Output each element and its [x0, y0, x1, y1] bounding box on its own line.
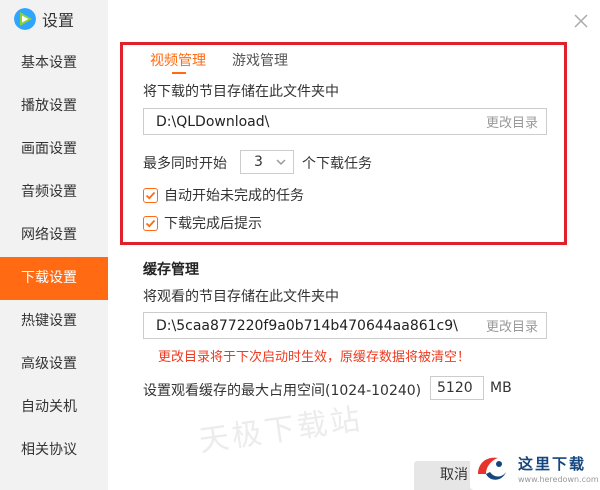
sidebar-item-picture[interactable]: 画面设置 [0, 128, 108, 171]
download-change-dir-button[interactable]: 更改目录 [486, 112, 546, 131]
auto-start-option[interactable]: 自动开始未完成的任务 [143, 185, 304, 205]
max-tasks-value: 3 [254, 154, 263, 170]
app-header: 设置 [14, 6, 74, 32]
sidebar-item-playback[interactable]: 播放设置 [0, 85, 108, 128]
cache-size-input[interactable]: 5120 [430, 376, 484, 400]
watermark-text: 天极下载站 [196, 401, 366, 460]
sidebar-item-audio[interactable]: 音频设置 [0, 171, 108, 214]
cache-path-value: D:\5caa877220f9a0b714b470644aa861c9\ [156, 317, 458, 334]
app-logo-icon [14, 8, 36, 30]
sidebar-item-network[interactable]: 网络设置 [0, 214, 108, 257]
sidebar-item-basic[interactable]: 基本设置 [0, 42, 108, 85]
site-badge-text: 这里下载 www.heredown.com [518, 453, 599, 484]
sidebar-item-agreements[interactable]: 相关协议 [0, 429, 108, 472]
tab-bar: 视频管理 游戏管理 [150, 50, 314, 74]
site-url: www.heredown.com [518, 474, 599, 484]
max-tasks-select[interactable]: 3 [240, 150, 294, 174]
sidebar-nav: 基本设置 播放设置 画面设置 音频设置 网络设置 下载设置 热键设置 高级设置 … [0, 42, 108, 472]
sidebar-item-hotkeys[interactable]: 热键设置 [0, 300, 108, 343]
sidebar-item-advanced[interactable]: 高级设置 [0, 343, 108, 386]
download-path-label: 将下载的节目存储在此文件夹中 [143, 84, 339, 100]
tab-game-management[interactable]: 游戏管理 [232, 50, 288, 74]
cache-change-dir-button[interactable]: 更改目录 [486, 316, 546, 335]
app-title: 设置 [42, 11, 75, 30]
tab-video-management[interactable]: 视频管理 [150, 50, 206, 74]
cache-section-title: 缓存管理 [143, 262, 199, 278]
sidebar-item-download[interactable]: 下载设置 [0, 257, 108, 300]
cache-path-field[interactable]: D:\5caa877220f9a0b714b470644aa861c9\ 更改目… [143, 312, 547, 339]
cache-size-label: 设置观看缓存的最大占用空间(1024-10240) [143, 383, 422, 399]
chevron-down-icon [276, 159, 286, 166]
max-tasks-prefix: 最多同时开始 [143, 156, 227, 172]
site-badge: 这里下载 www.heredown.com [470, 446, 600, 490]
download-path-field[interactable]: D:\QLDownload\ 更改目录 [143, 108, 547, 135]
sidebar-item-auto-shutdown[interactable]: 自动关机 [0, 386, 108, 429]
notify-done-option[interactable]: 下载完成后提示 [143, 213, 262, 233]
site-name: 这里下载 [518, 454, 587, 473]
cache-path-label: 将观看的节目存储在此文件夹中 [143, 289, 339, 305]
auto-start-label: 自动开始未完成的任务 [164, 188, 304, 204]
cache-warning-text: 更改目录将于下次启动时生效，原缓存数据将被清空！ [158, 350, 471, 365]
checkmark-icon [145, 219, 156, 227]
notify-done-label: 下载完成后提示 [164, 216, 262, 232]
auto-start-checkbox[interactable] [143, 187, 158, 203]
notify-done-checkbox[interactable] [143, 215, 158, 231]
checkmark-icon [145, 191, 156, 199]
close-icon[interactable] [572, 12, 590, 30]
cache-size-unit: MB [490, 380, 512, 396]
download-path-value: D:\QLDownload\ [156, 113, 270, 130]
site-logo-icon [478, 457, 506, 480]
max-tasks-suffix: 个下载任务 [302, 156, 372, 172]
sidebar: 设置 基本设置 播放设置 画面设置 音频设置 网络设置 下载设置 热键设置 高级… [0, 0, 108, 490]
